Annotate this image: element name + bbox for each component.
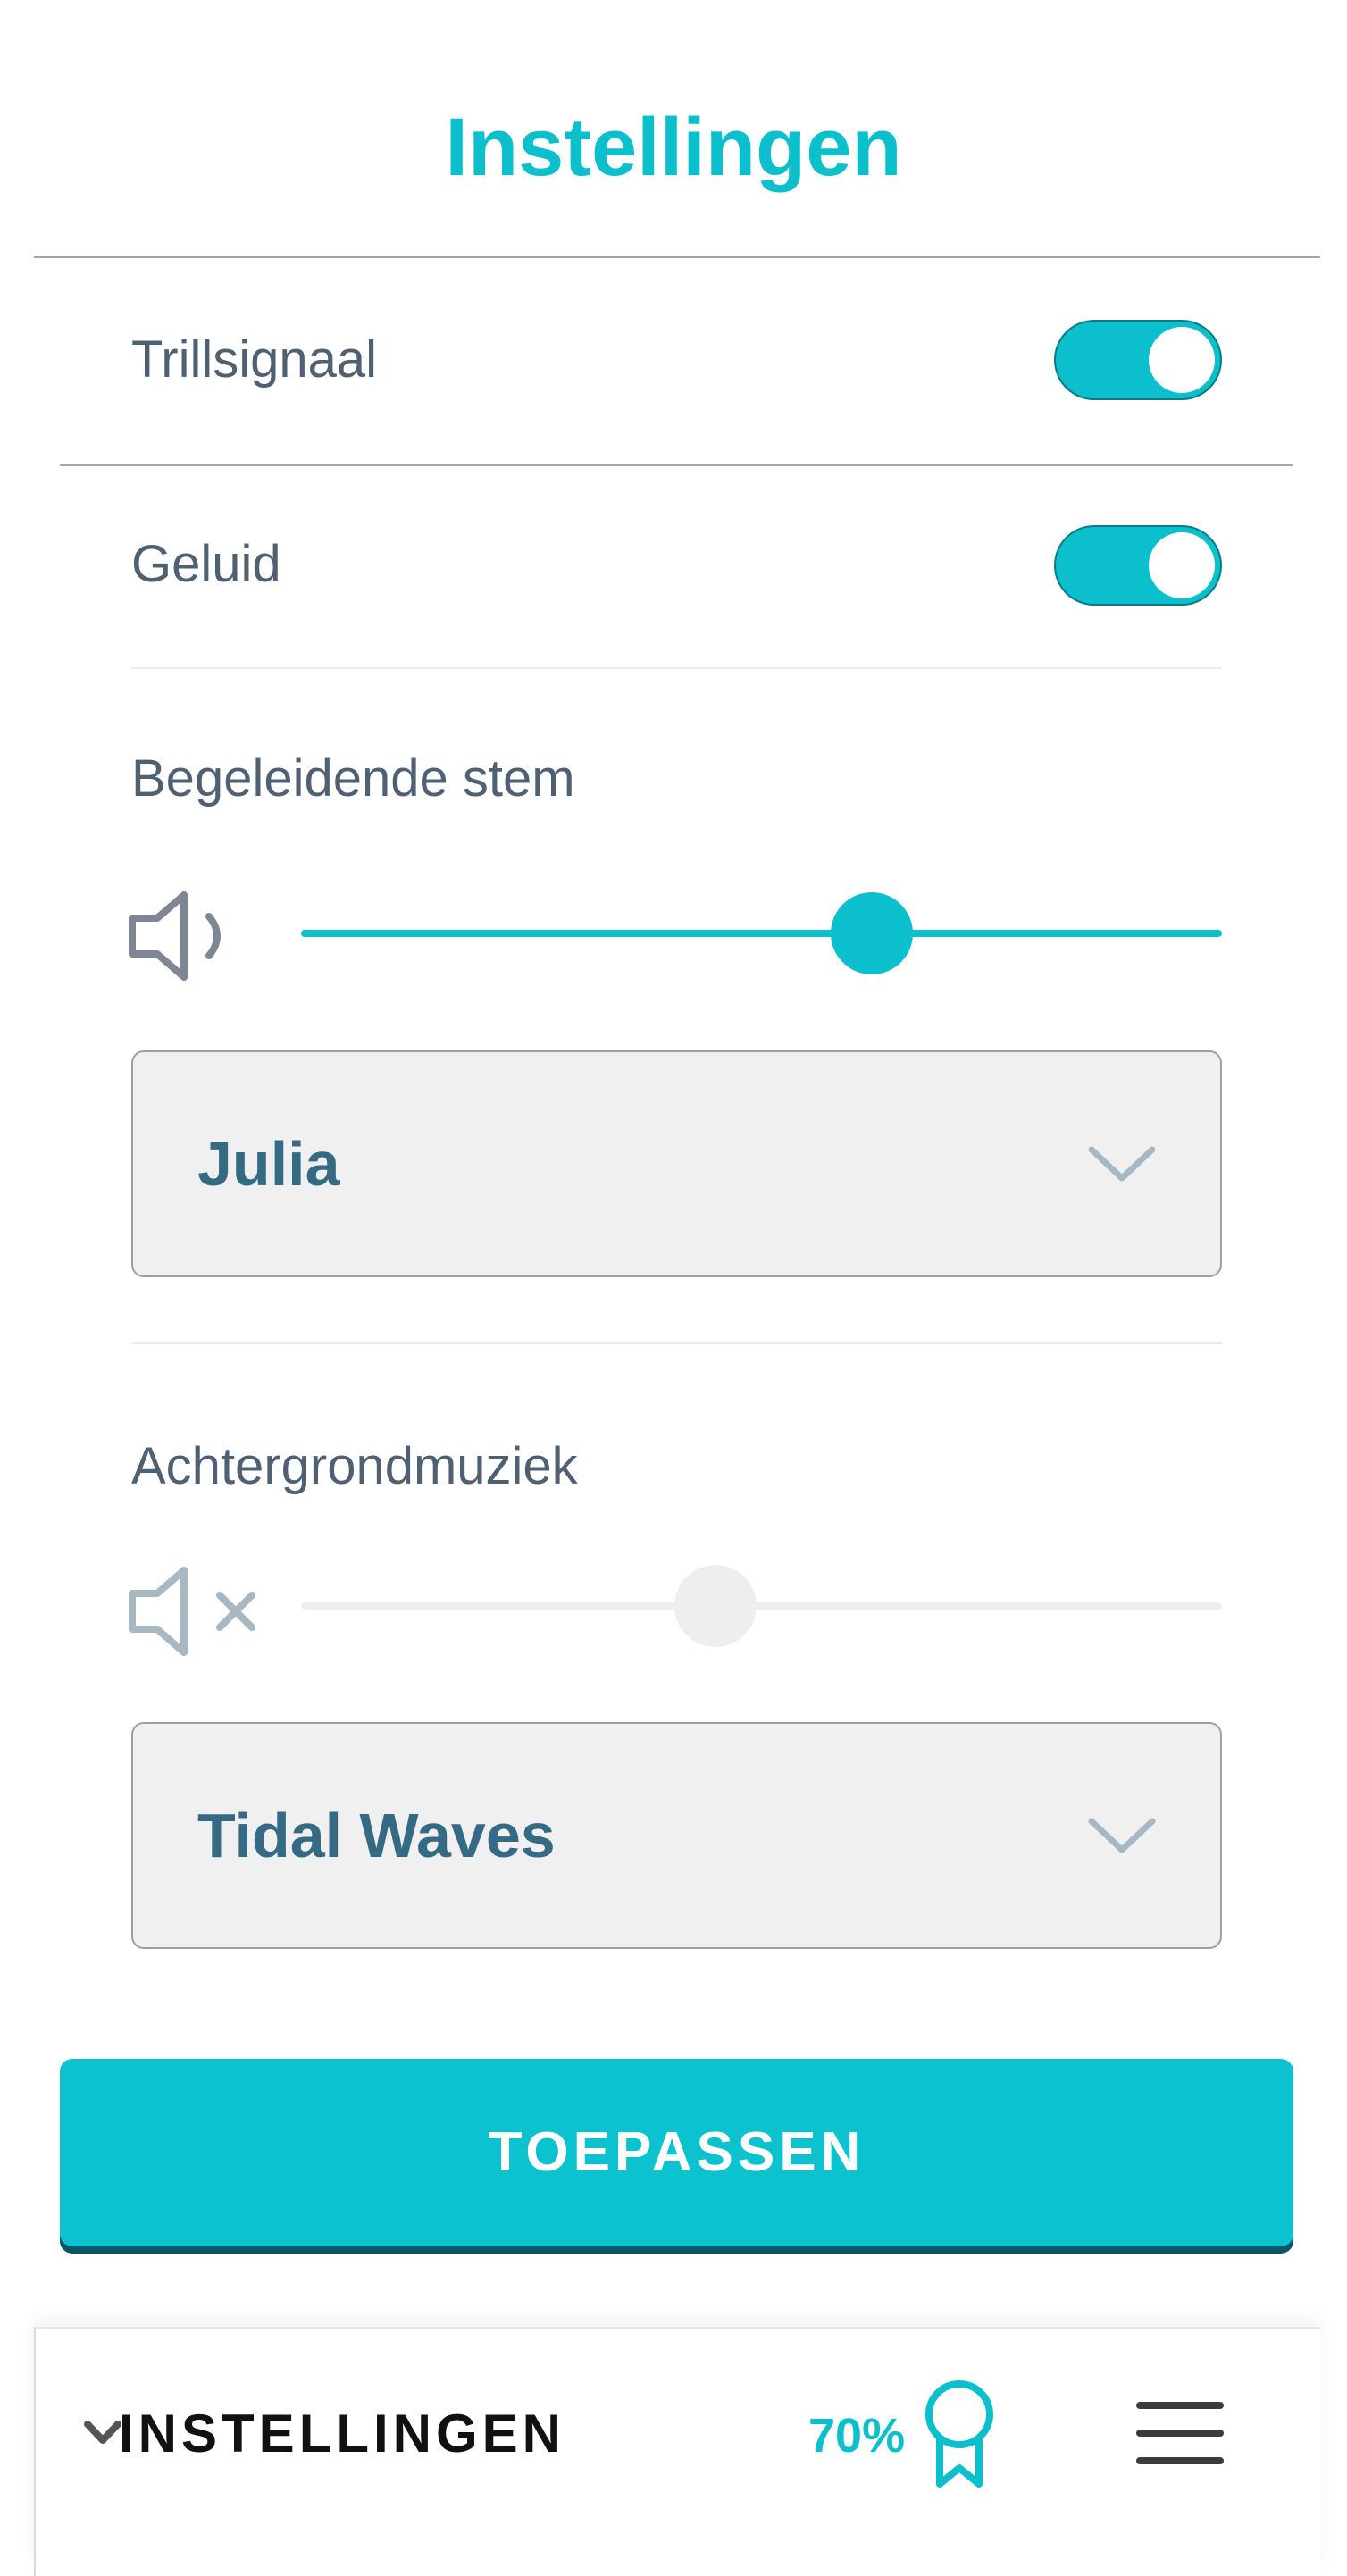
sound-label: Geluid bbox=[131, 535, 281, 593]
toggle-knob bbox=[1149, 327, 1215, 393]
vibration-toggle[interactable] bbox=[1054, 320, 1222, 400]
award-ribbon-icon[interactable] bbox=[922, 2379, 997, 2490]
chevron-down-icon[interactable] bbox=[82, 2415, 123, 2451]
voice-select[interactable]: Julia bbox=[131, 1050, 1222, 1277]
header-divider bbox=[34, 256, 1320, 258]
music-select[interactable]: Tidal Waves bbox=[131, 1722, 1222, 1949]
bottom-bar-title[interactable]: INSTELLINGEN bbox=[119, 2403, 565, 2465]
music-volume-thumb[interactable] bbox=[674, 1565, 757, 1647]
sound-toggle[interactable] bbox=[1054, 525, 1222, 606]
chevron-down-icon bbox=[1088, 1818, 1156, 1853]
toggle-knob bbox=[1149, 532, 1215, 598]
speaker-muted-icon[interactable] bbox=[125, 1561, 268, 1661]
voice-volume-track[interactable] bbox=[301, 930, 1222, 937]
music-select-value: Tidal Waves bbox=[197, 1801, 556, 1870]
row-divider bbox=[60, 464, 1293, 466]
hamburger-menu-icon[interactable] bbox=[1136, 2400, 1224, 2466]
chevron-down-icon bbox=[1088, 1146, 1156, 1182]
voice-label: Begeleidende stem bbox=[131, 749, 575, 807]
apply-button[interactable]: TOEPASSEN bbox=[60, 2059, 1293, 2246]
music-label: Achtergrondmuziek bbox=[131, 1437, 578, 1495]
music-volume-track[interactable] bbox=[301, 1602, 1222, 1610]
progress-percentage: 70% bbox=[808, 2409, 906, 2463]
speaker-icon[interactable] bbox=[125, 886, 232, 986]
voice-volume-thumb[interactable] bbox=[831, 892, 914, 974]
section-divider bbox=[131, 667, 1222, 669]
page-title: Instellingen bbox=[445, 102, 902, 193]
voice-select-value: Julia bbox=[197, 1129, 340, 1199]
section-divider bbox=[131, 1342, 1222, 1344]
vibration-label: Trillsignaal bbox=[131, 330, 378, 389]
